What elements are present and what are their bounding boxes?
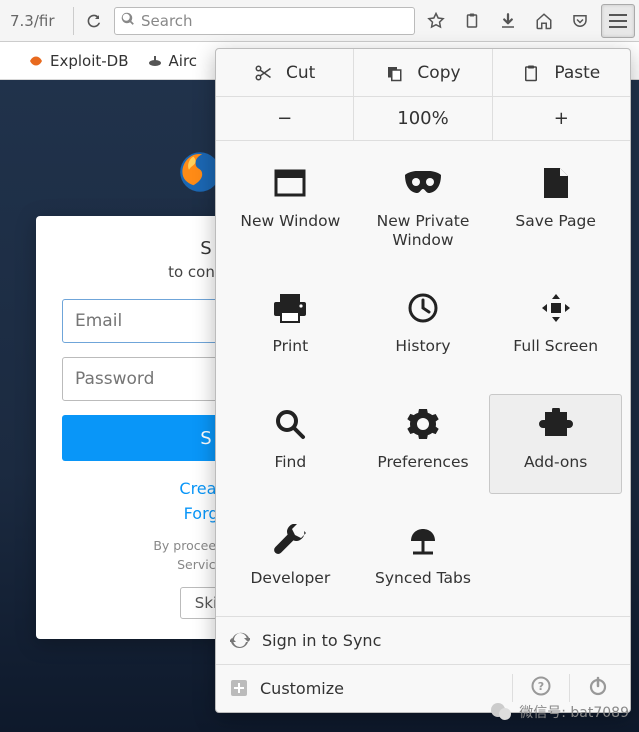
sign-in-to-sync-button[interactable]: Sign in to Sync (216, 616, 630, 664)
menu-item-label: History (395, 337, 450, 356)
download-arrow-icon (499, 12, 517, 30)
copy-label: Copy (417, 63, 460, 83)
menu-item-synced-tabs[interactable]: Synced Tabs (357, 510, 490, 610)
watermark: 微信号: bat7089 (489, 700, 629, 724)
menu-item-label: Preferences (377, 453, 468, 472)
bookmark-item-aircrack[interactable]: Airc (147, 52, 198, 70)
fullscreen-icon (540, 289, 572, 327)
search-icon (121, 12, 135, 30)
copy-button[interactable]: Copy (354, 49, 492, 96)
paste-button[interactable]: Paste (493, 49, 630, 96)
menu-item-find[interactable]: Find (224, 394, 357, 494)
menu-item-new-window[interactable]: New Window (224, 153, 357, 262)
sync-icon (230, 630, 250, 650)
bookmark-label: Exploit-DB (50, 52, 129, 70)
zoom-level-label: 100% (354, 97, 492, 140)
search-box[interactable]: Search (114, 7, 415, 35)
menu-item-preferences[interactable]: Preferences (357, 394, 490, 494)
hamburger-menu-panel: Cut Copy Paste − 100% + New Window New P… (215, 48, 631, 713)
zoom-out-button[interactable]: − (216, 97, 354, 140)
menu-item-add-ons[interactable]: Add-ons (489, 394, 622, 494)
bookmark-star-button[interactable] (421, 6, 451, 36)
search-placeholder: Search (141, 12, 193, 30)
bookmark-label: Airc (169, 52, 198, 70)
sync-label: Sign in to Sync (262, 631, 381, 650)
reload-icon (86, 13, 102, 29)
navigation-toolbar: 7.3/fir Search (0, 0, 639, 42)
cut-label: Cut (286, 63, 315, 83)
menu-icon-grid: New Window New Private Window Save Page … (216, 141, 630, 616)
cut-button[interactable]: Cut (216, 49, 354, 96)
paste-label: Paste (554, 63, 600, 83)
menu-item-new-private-window[interactable]: New Private Window (357, 153, 490, 262)
clipboard-icon (463, 12, 481, 30)
quit-button[interactable] (580, 676, 616, 700)
scissors-icon (254, 64, 272, 82)
menu-item-history[interactable]: History (357, 278, 490, 378)
printer-icon (272, 289, 308, 327)
menu-item-developer[interactable]: Developer (224, 510, 357, 610)
star-icon (427, 12, 445, 30)
menu-item-label: Find (274, 453, 306, 472)
zoom-row: − 100% + (216, 97, 630, 141)
menu-item-print[interactable]: Print (224, 278, 357, 378)
menu-item-full-screen[interactable]: Full Screen (489, 278, 622, 378)
aircrack-icon (147, 53, 163, 69)
clock-icon (407, 289, 439, 327)
wrench-icon (274, 521, 306, 559)
downloads-button[interactable] (493, 6, 523, 36)
menu-item-label: Full Screen (513, 337, 598, 356)
menu-item-label: Save Page (515, 212, 596, 231)
menu-item-label: Synced Tabs (375, 569, 471, 588)
menu-item-save-page[interactable]: Save Page (489, 153, 622, 262)
synced-tabs-icon (407, 521, 439, 559)
pocket-icon (571, 12, 589, 30)
bookmark-item-exploit-db[interactable]: Exploit-DB (28, 52, 129, 70)
clipboard-paste-icon (522, 64, 540, 82)
home-button[interactable] (529, 6, 559, 36)
url-bar-fragment[interactable]: 7.3/fir (4, 7, 74, 35)
svg-text:?: ? (538, 680, 544, 693)
plus-box-icon (230, 679, 248, 697)
customize-button[interactable]: Customize (230, 679, 344, 698)
watermark-text: 微信号: bat7089 (519, 702, 629, 722)
help-icon: ? (531, 676, 551, 696)
reload-button[interactable] (80, 7, 108, 35)
help-button[interactable]: ? (523, 676, 559, 700)
gear-icon (407, 405, 439, 443)
mask-icon (403, 164, 443, 202)
menu-item-label: Print (273, 337, 309, 356)
window-icon (273, 164, 307, 202)
puzzle-icon (539, 405, 573, 443)
menu-item-label: Add-ons (524, 453, 587, 472)
exploit-db-icon (28, 53, 44, 69)
wechat-icon (489, 700, 513, 724)
customize-label: Customize (260, 679, 344, 698)
power-icon (588, 676, 608, 696)
copy-icon (385, 64, 403, 82)
menu-item-label: New Private Window (362, 212, 485, 251)
pocket-button[interactable] (565, 6, 595, 36)
hamburger-menu-button[interactable] (601, 4, 635, 38)
menu-item-label: Developer (250, 569, 330, 588)
edit-row: Cut Copy Paste (216, 49, 630, 97)
magnifier-icon (274, 405, 306, 443)
page-icon (542, 164, 570, 202)
menu-item-label: New Window (240, 212, 340, 231)
zoom-in-button[interactable]: + (493, 97, 630, 140)
home-icon (535, 12, 553, 30)
library-button[interactable] (457, 6, 487, 36)
